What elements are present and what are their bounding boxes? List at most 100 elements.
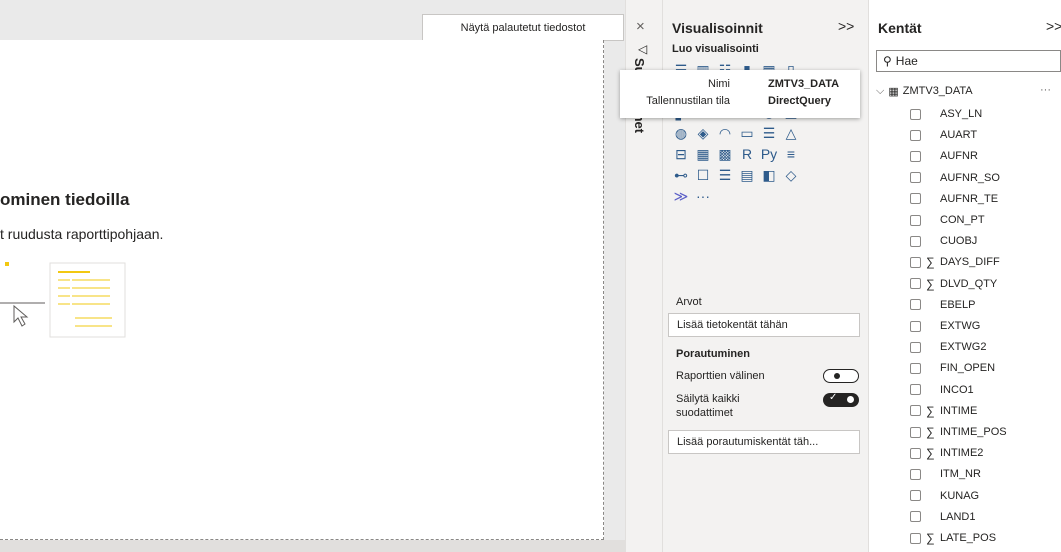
cross-report-label: Raporttien välinen xyxy=(676,370,765,382)
decomposition-tree-icon[interactable]: ⊷ xyxy=(672,167,690,183)
gauge-icon[interactable]: ◠ xyxy=(716,125,734,141)
field-checkbox[interactable] xyxy=(910,490,921,502)
slicer-icon[interactable]: ⊟ xyxy=(672,146,690,162)
field-name: ASY_LN xyxy=(940,108,983,120)
field-name: EXTWG2 xyxy=(940,341,987,354)
field-checkbox[interactable] xyxy=(910,214,921,226)
drillthrough-title: Porautuminen xyxy=(676,348,750,360)
keep-all-filters-label: Säilytä kaikki suodattimet xyxy=(676,393,740,419)
cross-report-toggle[interactable] xyxy=(823,369,859,383)
values-well[interactable]: Lisää tietokentät tähän xyxy=(668,313,860,337)
field-checkbox[interactable] xyxy=(910,362,921,374)
filter-funnel-icon: ◁ xyxy=(638,42,648,56)
field-checkbox[interactable] xyxy=(910,278,921,290)
fields-search-input[interactable]: ⚲ Hae xyxy=(876,50,1061,72)
card-icon[interactable]: ▭ xyxy=(738,125,756,141)
field-name: LATE_POS xyxy=(940,532,997,544)
page-tabs-bar xyxy=(0,540,625,552)
filled-map-icon[interactable]: ◈ xyxy=(694,125,712,141)
smart-narrative-icon[interactable]: ☰ xyxy=(716,167,734,183)
more-options-icon[interactable]: ··· xyxy=(1040,84,1051,96)
tooltip-mode-value: DirectQuery xyxy=(768,95,831,107)
search-icon: ⚲ xyxy=(883,54,892,68)
field-name: KUNAG xyxy=(940,489,980,502)
field-checkbox[interactable] xyxy=(910,193,921,205)
power-automate-icon[interactable]: ◇ xyxy=(782,167,800,183)
chevron-down-icon: ⌵ xyxy=(876,84,885,97)
field-item[interactable]: CUOBJ xyxy=(910,232,977,250)
python-visual-icon[interactable]: Py xyxy=(760,146,778,162)
field-item[interactable]: AUFNR_TE xyxy=(910,190,998,208)
field-name: AUFNR xyxy=(940,150,978,163)
field-checkbox[interactable] xyxy=(910,405,921,417)
field-item[interactable]: EXTWG2 xyxy=(910,338,986,356)
field-checkbox[interactable] xyxy=(910,172,921,184)
field-name: EBELP xyxy=(940,298,976,311)
more-options-icon[interactable]: ··· xyxy=(694,188,712,204)
qa-icon[interactable]: ☐ xyxy=(694,167,712,183)
field-name: ITM_NR xyxy=(940,468,981,481)
field-checkbox[interactable] xyxy=(910,384,921,396)
field-item[interactable]: AUFNR xyxy=(910,147,978,165)
field-item[interactable]: ∑ INTIME_POS xyxy=(910,423,1007,441)
field-checkbox[interactable] xyxy=(910,299,921,311)
field-item[interactable]: CON_PT xyxy=(910,211,985,229)
field-item[interactable]: AUFNR_SO xyxy=(910,169,1000,187)
get-more-visuals-icon[interactable]: ≫ xyxy=(672,188,690,204)
r-visual-icon[interactable]: R xyxy=(738,146,756,162)
field-name: FIN_OPEN xyxy=(940,362,996,375)
field-checkbox[interactable] xyxy=(910,320,921,332)
report-page[interactable]: ominen tiedoilla t ruudusta raporttipohj… xyxy=(0,40,604,540)
table-item-zmtv3[interactable]: ⌵ ▦ ZMTV3_DATA xyxy=(876,82,1061,100)
kpi-icon[interactable]: △ xyxy=(782,125,800,141)
build-visual-label: Luo visualisointi xyxy=(672,43,759,55)
field-name: CUOBJ xyxy=(940,235,978,248)
field-checkbox[interactable] xyxy=(910,447,921,459)
multi-row-card-icon[interactable]: ☰ xyxy=(760,125,778,141)
tooltip-name-key: Nimi xyxy=(708,78,730,90)
empty-page-subtext: t ruudusta raporttipohjaan. xyxy=(0,226,164,242)
field-item[interactable]: KUNAG xyxy=(910,487,979,505)
tooltip-mode-key: Tallennustilan tila xyxy=(646,95,730,107)
field-name: EXTWG xyxy=(940,320,981,332)
table-icon[interactable]: ▦ xyxy=(694,146,712,162)
field-item[interactable]: ∑ DAYS_DIFF xyxy=(910,253,1000,271)
field-checkbox[interactable] xyxy=(910,468,921,480)
map-icon[interactable]: ◍ xyxy=(672,125,690,141)
field-item[interactable]: ∑ INTIME xyxy=(910,402,977,420)
matrix-icon[interactable]: ▩ xyxy=(716,146,734,162)
field-item[interactable]: ASY_LN xyxy=(910,105,982,123)
field-checkbox[interactable] xyxy=(910,256,921,268)
keep-all-filters-toggle[interactable]: ✓ xyxy=(823,392,859,407)
field-item[interactable]: EXTWG xyxy=(910,317,980,335)
close-icon[interactable]: × xyxy=(636,18,645,35)
field-checkbox[interactable] xyxy=(910,108,921,120)
field-checkbox[interactable] xyxy=(910,235,921,247)
drillthrough-well[interactable]: Lisää porautumiskentät täh... xyxy=(668,430,860,454)
power-apps-icon[interactable]: ◧ xyxy=(760,167,778,183)
key-influencers-icon[interactable]: ≡ xyxy=(782,146,800,162)
field-checkbox[interactable] xyxy=(910,511,921,523)
field-item[interactable]: FIN_OPEN xyxy=(910,359,995,377)
field-item[interactable]: EBELP xyxy=(910,296,975,314)
field-checkbox[interactable] xyxy=(910,532,921,544)
field-checkbox[interactable] xyxy=(910,150,921,162)
field-checkbox[interactable] xyxy=(910,426,921,438)
restored-files-button[interactable]: Näytä palautetut tiedostot xyxy=(422,14,624,41)
field-checkbox[interactable] xyxy=(910,341,921,353)
field-item[interactable]: LAND1 xyxy=(910,508,975,526)
collapse-visualizations-icon[interactable]: >> xyxy=(838,18,854,34)
field-name: AUFNR_TE xyxy=(940,192,999,205)
field-item[interactable]: INCO1 xyxy=(910,381,974,399)
paginated-report-icon[interactable]: ▤ xyxy=(738,167,756,183)
sigma-icon: ∑ xyxy=(926,276,935,291)
collapse-fields-icon[interactable]: >> xyxy=(1046,18,1061,34)
field-checkbox[interactable] xyxy=(910,129,921,141)
field-item[interactable]: AUART xyxy=(910,126,977,144)
field-item[interactable]: ∑ INTIME2 xyxy=(910,444,983,462)
field-item[interactable]: ∑ DLVD_QTY xyxy=(910,275,997,293)
field-name: INTIME_POS xyxy=(940,426,1007,438)
table-tooltip: Nimi ZMTV3_DATA Tallennustilan tila Dire… xyxy=(620,70,860,118)
field-item[interactable]: ITM_NR xyxy=(910,465,981,483)
field-item[interactable]: ∑ LATE_POS xyxy=(910,529,996,547)
